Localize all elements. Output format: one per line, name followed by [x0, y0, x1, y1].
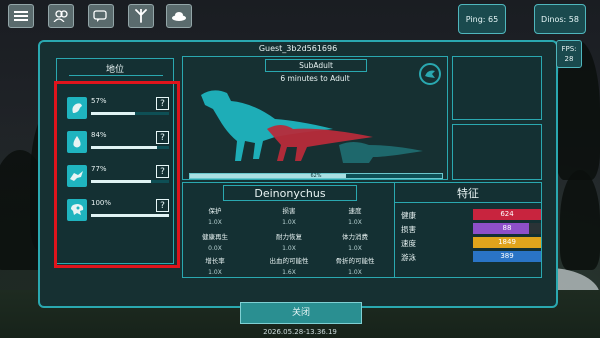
- species-stats-panel: Deinonychus 保护 1.0X 损害 1.0X 速度 1.0X 健康再生 0.0X 耐力…: [182, 182, 396, 278]
- multiplier-label: 保护: [208, 207, 222, 215]
- trait-row: 速度 1849: [401, 237, 541, 249]
- dinos-counter: Dinos: 58: [534, 4, 586, 34]
- species-name: Deinonychus: [223, 185, 357, 201]
- nest-icon: [172, 12, 186, 21]
- multiplier-label: 增长率: [205, 257, 225, 265]
- multiplier-label: 出血的可能性: [269, 257, 309, 265]
- chat-button[interactable]: [88, 4, 114, 28]
- multiplier-value: 1.0X: [282, 219, 296, 226]
- trait-label: 损害: [401, 225, 416, 234]
- growth-progress-text: 62%: [310, 173, 322, 179]
- trait-label: 游泳: [401, 253, 416, 262]
- fps-label: FPS:: [561, 45, 577, 53]
- trait-row: 游泳 389: [401, 251, 541, 263]
- multiplier-value: 1.0X: [348, 219, 362, 226]
- multiplier-stat: 出血的可能性 1.6X: [265, 255, 313, 276]
- fps-value: 28: [564, 55, 574, 63]
- traits-underline: [395, 202, 541, 203]
- ping-text: Ping: 65: [465, 14, 499, 24]
- multiplier-value: 1.0X: [348, 269, 362, 276]
- trait-value: 88: [502, 224, 512, 232]
- side-panel-bottom: [452, 124, 542, 180]
- multiplier-stat: 健康再生 0.0X: [191, 231, 239, 252]
- multiplier-value: 1.0X: [348, 245, 362, 252]
- chat-icon: [93, 9, 107, 22]
- close-button[interactable]: 关闭: [240, 302, 362, 324]
- trait-value: 389: [500, 252, 514, 260]
- menu-button[interactable]: [8, 4, 34, 28]
- trait-row: 损害 88: [401, 223, 541, 235]
- multiplier-value: 1.0X: [208, 269, 222, 276]
- multiplier-label: 耐力恢复: [276, 233, 302, 241]
- trait-value-bar: 389: [473, 251, 541, 262]
- side-panel-top: [452, 56, 542, 120]
- multiplier-stat: 骨折的可能性 1.0X: [331, 255, 379, 276]
- multiplier-label: 速度: [348, 207, 362, 215]
- footprint-button[interactable]: [128, 4, 154, 28]
- multiplier-label: 损害: [282, 207, 296, 215]
- group-button[interactable]: [48, 4, 74, 28]
- multiplier-label: 体力消费: [342, 233, 368, 241]
- ping-indicator: Ping: 65: [458, 4, 506, 34]
- multiplier-stat: 损害 1.0X: [265, 205, 313, 226]
- rank-title: 地位: [105, 65, 124, 75]
- multiplier-value: 0.0X: [208, 245, 222, 252]
- trait-value-bar: 624: [473, 209, 541, 220]
- multiplier-value: 1.0X: [282, 245, 296, 252]
- traits-panel: 特征 健康 624 损害 88 速度 1849 游泳 389: [394, 182, 542, 278]
- multiplier-value: 1.6X: [282, 269, 296, 276]
- multiplier-stat: 耐力恢复 1.0X: [265, 231, 313, 252]
- trait-value: 1849: [498, 238, 516, 246]
- player-name: Guest_3b2d561696: [258, 44, 338, 53]
- footprint-icon: [135, 9, 147, 23]
- rank-title-underline: [69, 75, 163, 76]
- timestamp: 2026.05.28-13.36.19: [263, 328, 337, 336]
- menu-icon: [14, 11, 28, 21]
- multiplier-stat: 增长率 1.0X: [191, 255, 239, 276]
- close-label: 关闭: [291, 308, 310, 318]
- character-panel: Guest_3b2d561696 地位 57% ? 84% ? 77% ? 10…: [38, 40, 558, 308]
- trait-value-bar: 88: [473, 223, 541, 234]
- trait-row: 健康 624: [401, 209, 541, 221]
- multiplier-value: 1.0X: [208, 219, 222, 226]
- trait-value: 624: [500, 210, 514, 218]
- fps-indicator: FPS: 28: [556, 40, 582, 68]
- trait-value-bar: 1849: [473, 237, 541, 248]
- multiplier-stat: 速度 1.0X: [331, 205, 379, 226]
- growth-progress: 62%: [189, 173, 443, 179]
- multiplier-stat: 体力消费 1.0X: [331, 231, 379, 252]
- multiplier-label: 骨折的可能性: [335, 257, 375, 265]
- dino-juvenile-silhouette: [339, 142, 423, 163]
- background-tree: [560, 170, 600, 270]
- group-icon: [53, 10, 68, 22]
- highlight-box: [54, 81, 180, 268]
- nest-button[interactable]: [166, 4, 192, 28]
- dino-preview: SubAdult 6 minutes to Adult 62%: [182, 56, 448, 180]
- trait-label: 速度: [401, 239, 416, 248]
- trait-label: 健康: [401, 211, 416, 220]
- multiplier-stat: 保护 1.0X: [191, 205, 239, 226]
- dinos-text: Dinos: 58: [541, 14, 579, 24]
- dino-silhouettes: [201, 90, 423, 163]
- dino-adult-silhouette: [201, 90, 333, 161]
- multiplier-label: 健康再生: [202, 233, 228, 241]
- traits-title: 特征: [457, 187, 479, 200]
